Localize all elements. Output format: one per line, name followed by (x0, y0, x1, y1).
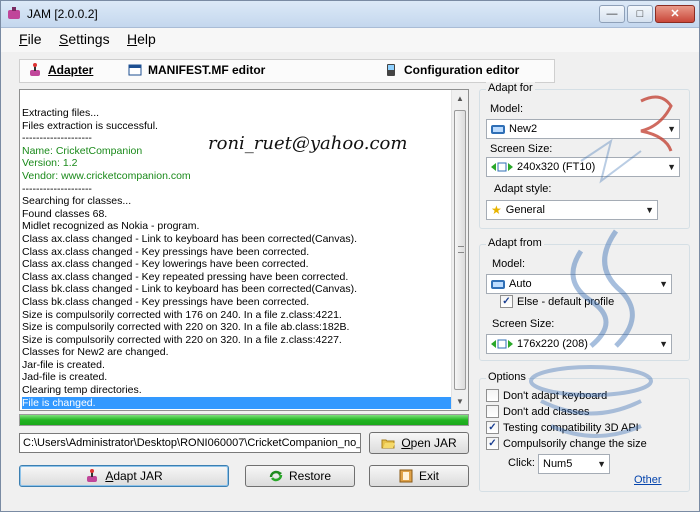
app-window: JAM [2.0.0.2] — □ ✕ File Settings Help A… (0, 0, 700, 512)
chevron-down-icon: ▼ (645, 205, 654, 215)
app-icon (8, 7, 20, 19)
maximize-button[interactable]: □ (627, 5, 653, 23)
adapt-for-group: Adapt for Model: New2 ▼ Screen Size: 240… (479, 82, 690, 229)
close-button[interactable]: ✕ (655, 5, 695, 23)
device-icon (491, 124, 505, 134)
menu-settings[interactable]: Settings (59, 31, 110, 47)
star-icon: ★ (491, 203, 502, 218)
log-line[interactable]: Size is compulsorily corrected with 176 … (22, 309, 452, 322)
checkbox-box (486, 405, 499, 418)
chevron-down-icon: ▼ (659, 339, 668, 349)
chevron-down-icon: ▼ (667, 124, 676, 134)
log-line[interactable]: Class bk.class changed - Key pressings h… (22, 296, 452, 309)
scroll-up-icon[interactable]: ▲ (452, 90, 468, 107)
joystick-icon (30, 63, 40, 76)
log-line[interactable]: Found classes 68. (22, 208, 452, 221)
log-line[interactable]: Version: 1.2 (22, 157, 452, 170)
log-line[interactable]: -------------------- (22, 183, 452, 196)
option-dont-adapt-keyboard[interactable]: Don't adapt keyboard (486, 389, 607, 402)
log-line[interactable]: Vendor: www.cricketcompanion.com (22, 170, 452, 183)
progress-bar (19, 414, 469, 426)
log-line[interactable]: Size is compulsorily corrected with 220 … (22, 321, 452, 334)
adapt-style-select[interactable]: ★ General ▼ (486, 200, 658, 220)
else-default-profile-checkbox[interactable]: ✓ Else - default profile (500, 295, 614, 308)
log-line[interactable]: Class bk.class changed - Link to keyboar… (22, 283, 452, 296)
checkbox-box (486, 389, 499, 402)
click-key-select[interactable]: Num5 ▼ (538, 454, 610, 474)
adapt-jar-button[interactable]: Adapt JAR (19, 465, 229, 487)
minimize-button[interactable]: — (599, 5, 625, 23)
log-line[interactable]: Midlet recognized as Nokia - program. (22, 220, 452, 233)
scroll-down-icon[interactable]: ▼ (452, 393, 468, 410)
other-link[interactable]: Other (634, 474, 662, 486)
joystick-icon (87, 469, 98, 482)
restore-button[interactable]: Restore (245, 465, 355, 487)
adapt-for-screen-select[interactable]: 240x320 (FT10) ▼ (486, 157, 680, 177)
log-line[interactable]: Searching for classes... (22, 195, 452, 208)
log-line[interactable]: Class ax.class changed - Key pressings h… (22, 246, 452, 259)
jar-path-input[interactable]: C:\Users\Administrator\Desktop\RONI06000… (19, 433, 361, 453)
log-line[interactable]: Clearing temp directories. (22, 384, 452, 397)
log-line[interactable]: Extracting files... (22, 107, 452, 120)
phone-icon (387, 64, 395, 76)
window-title: JAM [2.0.0.2] (27, 7, 98, 21)
chevron-down-icon: ▼ (597, 459, 606, 469)
log-line[interactable]: Class ax.class changed - Link to keyboar… (22, 233, 452, 246)
adapt-for-model-select[interactable]: New2 ▼ (486, 119, 680, 139)
tab-configuration-editor[interactable]: Configuration editor (384, 63, 519, 77)
log-line[interactable]: Size is compulsorily corrected with 220 … (22, 334, 452, 347)
adapt-from-group: Adapt from Model: Auto ▼ ✓ Else - defaul… (479, 237, 690, 361)
exit-icon (399, 469, 413, 483)
log-line[interactable]: File is changed. (22, 396, 452, 410)
exit-button[interactable]: Exit (369, 465, 469, 487)
tab-bar: Adapter MANIFEST.MF editor Configuration… (19, 59, 555, 83)
email-overlay: roni_ruet@yahoo.com (208, 133, 408, 154)
log-line[interactable]: Classes for New2 are changed. (22, 346, 452, 359)
open-jar-button[interactable]: Open JAR (369, 432, 469, 454)
chevron-down-icon: ▼ (667, 162, 676, 172)
device-icon (491, 279, 505, 289)
tab-adapter[interactable]: Adapter (28, 63, 93, 77)
log-line[interactable]: Files extraction is successful. (22, 120, 452, 133)
options-group: Options Don't adapt keyboard Don't add c… (479, 371, 690, 492)
checkbox-box: ✓ (486, 421, 499, 434)
log-line[interactable]: Class ax.class changed - Key repeated pr… (22, 271, 452, 284)
restore-icon (269, 470, 283, 482)
log-line[interactable]: Jad-file is created. (22, 371, 452, 384)
log-line[interactable]: Jar-file is created. (22, 359, 452, 372)
menu-bar: File Settings Help (1, 28, 699, 52)
chevron-down-icon: ▼ (659, 279, 668, 289)
log-scrollbar[interactable]: ▲ ▼ (451, 90, 468, 410)
folder-icon (381, 439, 396, 449)
window-controls: — □ ✕ (599, 5, 695, 23)
tab-manifest-editor[interactable]: MANIFEST.MF editor (128, 63, 265, 77)
progress-fill (20, 415, 468, 425)
grip-icon (458, 246, 464, 253)
menu-help[interactable]: Help (127, 31, 156, 47)
title-bar: JAM [2.0.0.2] — □ ✕ (1, 1, 699, 28)
option-testing-3d-api[interactable]: ✓ Testing compatibility 3D API (486, 421, 639, 434)
log-line[interactable]: Class ax.class changed - Key lowerings h… (22, 258, 452, 271)
checkbox-box: ✓ (486, 437, 499, 450)
adapt-from-screen-select[interactable]: 176x220 (208) ▼ (486, 334, 672, 354)
window-icon (128, 64, 142, 76)
resize-arrows-icon (491, 339, 513, 349)
resize-arrows-icon (491, 162, 513, 172)
option-change-size[interactable]: ✓ Compulsorily change the size (486, 437, 647, 450)
menu-file[interactable]: File (19, 31, 42, 47)
adapt-from-model-select[interactable]: Auto ▼ (486, 274, 672, 294)
checkbox-box: ✓ (500, 295, 513, 308)
option-dont-add-classes[interactable]: Don't add classes (486, 405, 589, 418)
scroll-thumb[interactable] (454, 110, 466, 390)
